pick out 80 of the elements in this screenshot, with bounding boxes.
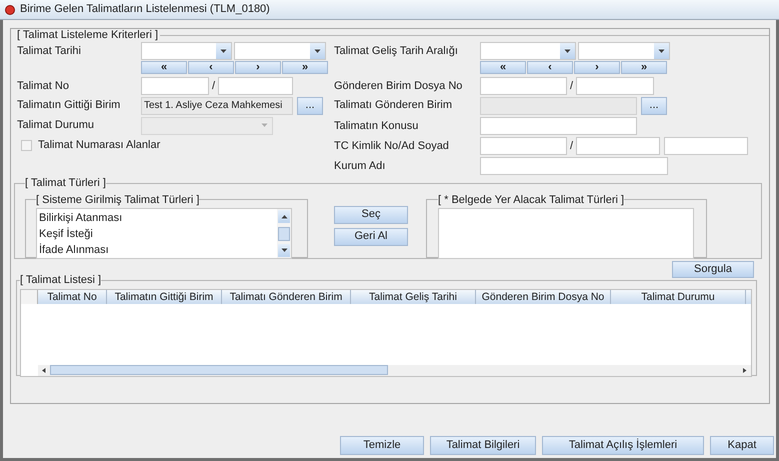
column-header[interactable]: Talimatı Gönderen Birim [222, 290, 351, 304]
column-header[interactable]: Gönderen Birim Dosya No [476, 290, 611, 304]
nav-button[interactable]: › [574, 61, 620, 74]
header-filler [746, 290, 751, 304]
field-label: Talimat Geliş Tarih Aralığı [334, 44, 459, 59]
caret-icon [261, 123, 268, 128]
group-title: [ Talimat Listeleme Kriterleri ] [17, 28, 160, 43]
scrollbar[interactable] [277, 209, 291, 258]
caret-icon [742, 368, 748, 372]
field-label: Talimatı Gönderen Birim [334, 98, 453, 114]
app-icon [5, 4, 15, 14]
field-label: TC Kimlik No/Ad Soyad [334, 138, 450, 154]
checkbox-label: Talimat Numarası Alanlar [38, 138, 160, 153]
checkbox[interactable] [21, 140, 32, 150]
scroll-thumb[interactable] [50, 365, 388, 375]
date-dropdown[interactable] [234, 42, 326, 60]
field-label: Talimat No [17, 78, 70, 94]
scroll-up-button[interactable] [278, 210, 290, 223]
field-label: Talimatın Konusu [334, 118, 420, 134]
caret-icon [40, 368, 48, 372]
column-header[interactable]: Talimat No [38, 290, 107, 304]
caret-icon [280, 214, 288, 219]
browse-button[interactable]: ... [641, 96, 667, 114]
nav-button[interactable]: › [235, 61, 281, 74]
column-header[interactable]: Talimatın Gittiği Birim [107, 290, 222, 304]
list-item[interactable]: İfade Alınması [39, 242, 277, 258]
nav-button[interactable]: « [141, 61, 187, 74]
caret-icon [314, 48, 321, 54]
text-field[interactable] [480, 157, 668, 175]
list-item[interactable]: Keşif İsteği [39, 226, 277, 242]
nav-button[interactable]: « [480, 61, 526, 74]
field-label: Talimatın Gittiği Birim [17, 98, 122, 114]
window-title: Birime Gelen Talimatların Listelenmesi (TLM_0180) [20, 2, 270, 18]
group-title: [ Talimat Listesi ] [20, 274, 102, 286]
field-label: Kurum Adı [334, 158, 386, 174]
group-title: [ Talimat Türleri ] [25, 177, 106, 189]
text-field[interactable] [218, 77, 293, 95]
column-header[interactable]: Talimat Durumu [611, 290, 746, 304]
field-label: Gönderen Birim Dosya No [334, 78, 464, 94]
nav-button[interactable]: ‹ [188, 61, 234, 74]
action-button[interactable]: Geri Al [334, 228, 408, 246]
text-field[interactable] [664, 137, 748, 155]
scroll-down-button[interactable] [278, 244, 290, 257]
field-label: Talimat Durumu [17, 118, 96, 134]
date-dropdown[interactable] [480, 42, 576, 60]
caret-icon [658, 48, 665, 54]
group-title: [ Sisteme Girilmiş Talimat Türleri ] [36, 194, 200, 206]
horizontal-scrollbar[interactable] [38, 364, 751, 376]
nav-button[interactable]: » [621, 61, 667, 74]
text-field[interactable]: Test 1. Asliye Ceza Mahkemesi [141, 96, 293, 114]
footer-button[interactable]: Talimat Bilgileri [430, 436, 536, 455]
text-field[interactable] [576, 137, 660, 155]
caret-icon [564, 48, 571, 54]
footer-button[interactable]: Talimat Açılış İşlemleri [542, 436, 704, 455]
text-field[interactable] [576, 77, 654, 95]
column-header[interactable]: Talimat Geliş Tarihi [351, 290, 476, 304]
text-field[interactable] [480, 117, 637, 135]
text-field[interactable] [141, 77, 209, 95]
caret-icon [220, 48, 227, 54]
field-label: Talimat Tarihi [17, 44, 82, 59]
list-box[interactable] [438, 208, 694, 259]
footer-button[interactable]: Temizle [340, 436, 424, 455]
caret-icon [280, 248, 288, 253]
scroll-thumb[interactable] [278, 226, 290, 240]
nav-button[interactable]: ‹ [527, 61, 573, 74]
query-button[interactable]: Sorgula [672, 261, 754, 278]
date-dropdown[interactable] [141, 42, 232, 60]
separator-text: / [568, 78, 574, 94]
separator-text: / [568, 138, 574, 154]
nav-button[interactable]: » [282, 61, 328, 74]
separator-text: / [210, 78, 216, 94]
footer-button[interactable]: Kapat [710, 436, 774, 455]
date-dropdown[interactable] [578, 42, 670, 60]
browse-button[interactable]: ... [297, 96, 323, 114]
text-field[interactable] [480, 96, 637, 114]
action-button[interactable]: Seç [334, 206, 408, 224]
text-field[interactable] [480, 77, 567, 95]
text-field[interactable] [480, 137, 567, 155]
list-item[interactable]: Bilirkişi Atanması [39, 210, 277, 226]
group-title: [ * Belgede Yer Alacak Talimat Türleri ] [438, 194, 624, 206]
